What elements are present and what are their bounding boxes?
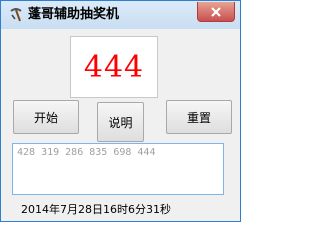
close-button[interactable] [197,2,235,22]
close-x-icon [211,2,221,21]
pickaxe-icon [8,7,24,23]
history-textbox[interactable]: 428 319 286 835 698 444 [12,143,224,195]
result-display: 444 [70,36,158,98]
timestamp-label: 2014年7月28日16时6分31秒 [21,203,171,216]
main-window: 蓬哥辅助抽奖机 444 开始 说明 重置 428 319 286 835 698… [0,0,241,222]
start-button[interactable]: 开始 [13,100,79,134]
info-button[interactable]: 说明 [97,102,144,142]
lottery-number: 444 [83,49,145,85]
window-title: 蓬哥辅助抽奖机 [28,7,120,22]
reset-button[interactable]: 重置 [166,100,232,134]
title-bar[interactable]: 蓬哥辅助抽奖机 [1,1,240,29]
